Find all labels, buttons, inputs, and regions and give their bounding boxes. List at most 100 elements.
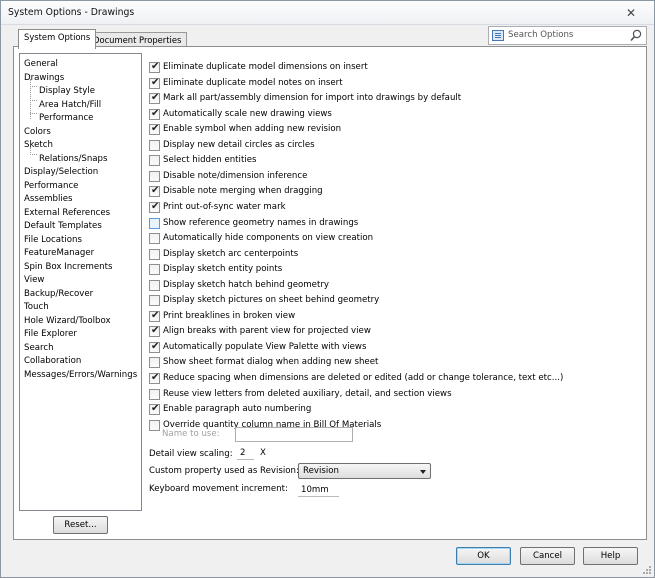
option-label: Enable paragraph auto numbering [163,404,312,415]
keyboard-movement-increment-input[interactable]: 10mm [298,485,339,497]
option-checkbox[interactable] [149,170,160,182]
close-button[interactable]: ✕ [616,4,646,22]
nav-item-colors[interactable]: Colors [24,126,51,139]
nav-item-backup-recover[interactable]: Backup/Recover [24,288,93,301]
option-label: Disable note merging when dragging [163,186,323,197]
option-checkbox[interactable] [149,92,160,105]
option-checkbox[interactable] [149,295,160,307]
option-label: Enable symbol when adding new revision [163,124,342,135]
option-label: Print out-of-sync water mark [163,201,286,212]
search-input[interactable]: Search Options [508,30,573,40]
option-label: Align breaks with parent view for projec… [163,326,371,337]
nav-item-display-selection[interactable]: Display/Selection [24,166,98,179]
tree-connector [30,154,37,155]
option-checkbox[interactable] [149,108,160,120]
option-checkbox[interactable] [149,61,160,73]
option-label: Mark all part/assembly dimension for imp… [163,93,462,104]
option-checkbox[interactable] [149,248,160,260]
option-checkbox[interactable] [149,341,160,353]
name-to-use-label: Name to use: [162,429,220,439]
option-checkbox[interactable] [149,77,160,89]
option-label: Display new detail circles as circles [163,139,315,150]
nav-item-external-references[interactable]: External References [24,207,110,220]
option-label: Eliminate duplicate model dimensions on … [163,62,368,72]
nav-item-assemblies[interactable]: Assemblies [24,193,73,206]
option-checkbox[interactable] [149,310,160,322]
help-button[interactable]: Help [583,547,638,565]
option-checkbox[interactable] [149,264,160,276]
resize-grip-icon[interactable] [642,565,652,575]
option-label: Automatically hide components on view cr… [163,233,374,244]
option-label: Automatically populate View Palette with… [163,341,367,352]
detail-view-scaling-unit: X [260,448,266,458]
nav-item-spin-box-increments[interactable]: Spin Box Increments [24,261,112,274]
option-checkbox[interactable] [149,372,160,384]
nav-item-touch[interactable]: Touch [24,301,49,314]
chevron-down-icon [420,470,426,474]
option-label: Show sheet format dialog when adding new… [163,357,379,368]
nav-item-featuremanager[interactable]: FeatureManager [24,247,94,260]
nav-item-performance[interactable]: Performance [24,180,78,193]
option-checkbox[interactable] [149,388,160,400]
ok-button[interactable]: OK [456,547,511,565]
option-label: Select hidden entities [163,155,257,166]
options-category-tree: General Drawings Display Style Area Hatch/F… [19,53,142,511]
nav-item-collaboration[interactable]: Collaboration [24,355,81,368]
window-title: System Options - Drawings [8,7,135,18]
option-checkbox[interactable] [149,139,160,151]
reset-button[interactable]: Reset... [53,516,108,534]
option-checkbox[interactable] [149,185,160,198]
option-label: Display sketch arc centerpoints [163,248,299,259]
option-label: Eliminate duplicate model notes on inser… [163,77,343,88]
name-to-use-input[interactable] [235,427,353,442]
search-options-field[interactable]: Search Options [488,26,647,45]
nav-item-messages-errors-warnings[interactable]: Messages/Errors/Warnings [24,369,137,382]
option-checkbox[interactable] [149,279,160,291]
option-checkbox[interactable] [149,233,160,245]
option-checkbox[interactable] [149,357,160,369]
nav-item-display-style[interactable]: Display Style [39,85,95,98]
option-label: Disable note/dimension inference [163,170,308,181]
keyboard-movement-increment-label: Keyboard movement increment: [149,484,288,494]
option-checkbox[interactable] [149,403,160,416]
option-checkbox[interactable] [149,155,160,167]
custom-property-revision-value: Revision [303,466,339,476]
option-checkbox[interactable] [149,123,160,136]
nav-item-view[interactable]: View [24,274,44,287]
custom-property-revision-select[interactable]: Revision [298,463,431,479]
option-checkbox[interactable] [149,325,160,338]
nav-item-search[interactable]: Search [24,342,54,355]
nav-item-general[interactable]: General [24,58,58,71]
nav-item-default-templates[interactable]: Default Templates [24,220,102,233]
detail-view-scaling-label: Detail view scaling: [149,449,233,459]
nav-item-performance[interactable]: Performance [39,112,93,125]
tree-connector [30,113,37,114]
options-list-icon [492,30,504,41]
nav-item-file-explorer[interactable]: File Explorer [24,328,77,341]
nav-item-area-hatch-fill[interactable]: Area Hatch/Fill [39,99,101,112]
option-label: Automatically scale new drawing views [163,108,332,119]
tab-system-options[interactable]: System Options [18,29,97,49]
option-label: Reduce spacing when dimensions are delet… [163,373,564,383]
option-label: Show reference geometry names in drawing… [163,217,359,228]
nav-item-sketch[interactable]: Sketch [24,139,53,152]
option-label: Display sketch hatch behind geometry [163,279,329,290]
nav-item-drawings[interactable]: Drawings [24,72,64,85]
option-label: Display sketch entity points [163,264,283,275]
system-options-dialog: System Options - Drawings ✕ System Optio… [0,0,655,578]
nav-item-hole-wizard-toolbox[interactable]: Hole Wizard/Toolbox [24,315,111,328]
tree-connector [30,100,37,101]
nav-item-file-locations[interactable]: File Locations [24,234,82,247]
option-checkbox[interactable] [149,217,160,229]
search-icon[interactable] [630,29,642,42]
title-bar: System Options - Drawings ✕ [1,1,654,25]
option-checkbox[interactable] [149,201,160,213]
option-label: Display sketch pictures on sheet behind … [163,295,380,306]
detail-view-scaling-input[interactable]: 2 [237,448,254,460]
option-label: Reuse view letters from deleted auxiliar… [163,388,452,399]
cancel-button[interactable]: Cancel [520,547,575,565]
custom-property-revision-label: Custom property used as Revision: [149,466,299,476]
nav-item-relations-snaps[interactable]: Relations/Snaps [39,153,107,166]
option-checkbox[interactable] [149,419,160,431]
tree-connector [30,86,37,87]
